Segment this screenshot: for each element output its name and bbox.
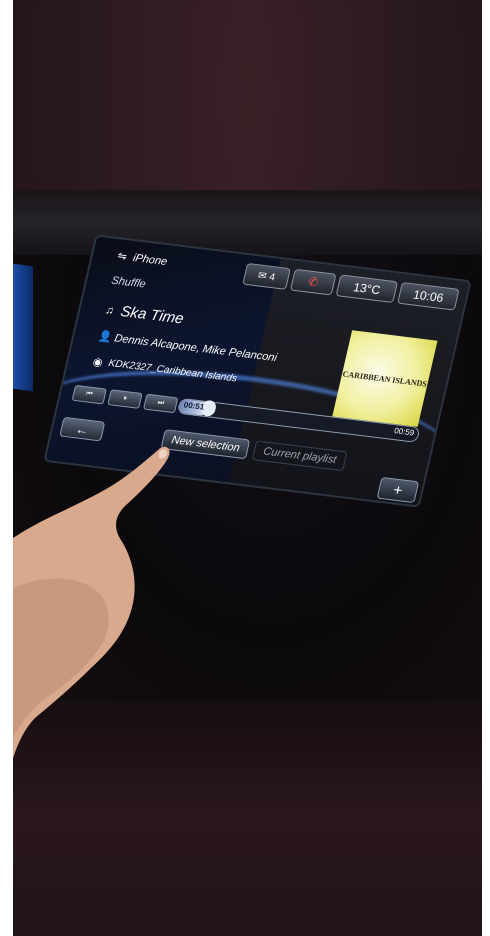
shuffle-row[interactable]: Shuffle xyxy=(110,275,147,291)
total-time: 00:59 xyxy=(393,426,416,438)
message-count: 4 xyxy=(268,271,277,283)
plus-icon: + xyxy=(391,481,405,499)
clock-value: 10:06 xyxy=(411,287,445,305)
disc-icon: ◉ xyxy=(91,355,104,369)
source-label: iPhone xyxy=(131,251,169,268)
hand-pointing xyxy=(13,446,170,758)
temperature-value: 13°C xyxy=(351,280,382,298)
envelope-icon: ✉ xyxy=(256,269,268,282)
phone-icon: ✆ xyxy=(306,274,320,290)
shuffle-label: Shuffle xyxy=(110,274,147,291)
album-art-text: CARIBBEAN ISLANDS xyxy=(341,369,428,389)
back-arrow-icon: ← xyxy=(74,420,91,438)
add-button[interactable]: + xyxy=(376,476,420,504)
next-icon: ⏭ xyxy=(156,399,165,407)
photo: ⇋ iPhone Shuffle ♫ Ska Time 👤 Dennis Alc… xyxy=(13,0,482,936)
side-screen-edge xyxy=(13,263,33,392)
usb-icon: ⇋ xyxy=(116,250,129,264)
pause-icon: ⏸ xyxy=(122,394,128,403)
person-icon: 👤 xyxy=(97,330,114,344)
dashboard-top xyxy=(13,190,482,260)
source-row[interactable]: ⇋ iPhone xyxy=(116,249,169,268)
music-note-icon: ♫ xyxy=(104,303,116,317)
previous-icon: ⏮ xyxy=(85,390,94,398)
